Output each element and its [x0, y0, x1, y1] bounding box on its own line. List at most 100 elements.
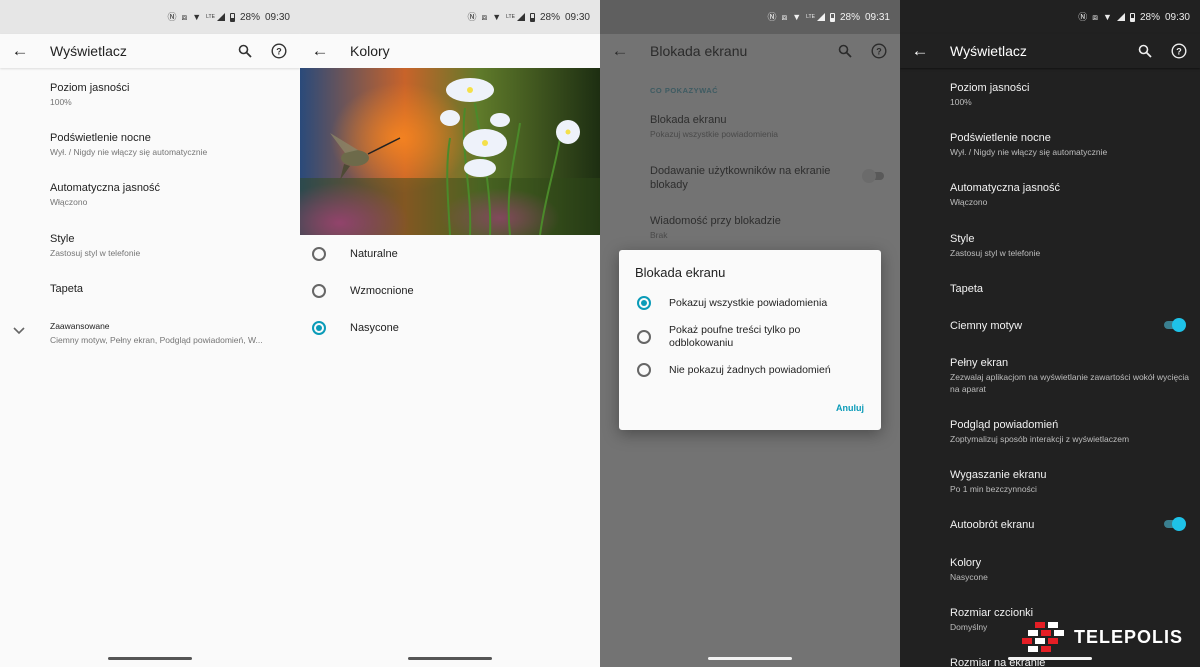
display-settings-dark-screen: Ⓝ ⧈ ▼ 28% 09:30 ← Wyświetlacz ? Poziom j… — [900, 0, 1200, 667]
setting-subtitle: Wył. / Nigdy nie włączy się automatyczni… — [950, 147, 1108, 157]
battery-icon — [229, 12, 235, 22]
wifi-icon: ▼ — [792, 11, 802, 22]
battery-icon — [829, 12, 835, 22]
battery-level: 28% — [1139, 11, 1160, 23]
setting-title: Rozmiar czcionki — [950, 607, 1034, 619]
search-icon[interactable] — [832, 38, 858, 64]
wifi-icon: ▼ — [1103, 11, 1112, 22]
navigation-handle[interactable] — [708, 657, 792, 660]
battery-level: 28% — [839, 11, 860, 23]
setting-subtitle: Nasycone — [950, 572, 988, 582]
page-title: Wyświetlacz — [950, 43, 1027, 59]
back-arrow-icon[interactable]: ← — [600, 34, 640, 68]
back-arrow-icon[interactable]: ← — [900, 34, 940, 68]
navigation-handle[interactable] — [1008, 657, 1092, 660]
nfc-icon: Ⓝ — [467, 11, 477, 22]
setting-lockscreen[interactable]: Blokada ekranu Pokazuj wszystkie powiado… — [650, 113, 892, 140]
radio-button[interactable] — [312, 247, 326, 261]
setting-subtitle: Włączono — [950, 197, 988, 207]
dialog-title: Blokada ekranu — [635, 265, 726, 280]
back-arrow-icon[interactable]: ← — [300, 34, 340, 68]
dialog-option-show-all[interactable]: Pokazuj wszystkie powiadomienia — [619, 295, 881, 311]
page-title: Blokada ekranu — [650, 43, 748, 59]
setting-night-light[interactable]: Podświetlenie nocne Wył. / Nigdy nie włą… — [50, 131, 292, 158]
clock: 09:30 — [264, 11, 290, 23]
help-icon[interactable]: ? — [266, 38, 292, 64]
color-option-saturated[interactable]: Nasycone — [300, 313, 600, 343]
chevron-down-icon[interactable] — [12, 326, 26, 336]
setting-lock-message[interactable]: Wiadomość przy blokadzie Brak — [650, 214, 892, 241]
radio-button[interactable] — [312, 284, 326, 298]
setting-title: Automatyczna jasność — [50, 182, 161, 194]
setting-subtitle: Ciemny motyw, Pełny ekran, Podgląd powia… — [50, 335, 263, 345]
back-arrow-icon[interactable]: ← — [0, 34, 40, 68]
dialog-option-none[interactable]: Nie pokazuj żadnych powiadomień — [619, 362, 881, 378]
setting-colors[interactable]: Kolory Nasycone — [950, 556, 1192, 583]
signal-icon — [516, 13, 525, 21]
setting-dark-theme[interactable]: Ciemny motyw — [950, 319, 1192, 333]
setting-title: Automatyczna jasność — [950, 182, 1061, 194]
display-settings-light-screen: Ⓝ ⧈ ▼ LTE 28% 09:30 ← Wyświetlacz ? Pozi… — [0, 0, 300, 667]
setting-title: Style — [950, 233, 975, 245]
setting-title: Poziom jasności — [950, 82, 1030, 94]
page-title: Wyświetlacz — [50, 43, 127, 59]
app-bar: ← Kolory — [300, 34, 600, 68]
status-bar: Ⓝ ⧈ ▼ LTE 28% 09:30 — [300, 0, 600, 34]
help-icon[interactable]: ? — [1166, 38, 1192, 64]
radio-button[interactable] — [637, 330, 651, 344]
svg-text:?: ? — [876, 47, 882, 57]
setting-full-screen[interactable]: Pełny ekran Zezwalaj aplikacjom na wyświ… — [950, 356, 1190, 395]
search-icon[interactable] — [232, 38, 258, 64]
search-icon[interactable] — [1132, 38, 1158, 64]
setting-title: Zaawansowane — [50, 321, 110, 331]
color-option-boosted[interactable]: Wzmocnione — [300, 276, 600, 306]
setting-add-users-lockscreen[interactable]: Dodawanie użytkowników na ekranie blokad… — [650, 164, 840, 192]
setting-subtitle: 100% — [50, 97, 72, 107]
lockscreen-settings-screen: Ⓝ ⧈ ▼ LTE 28% 09:31 ← Blokada ekranu ? C… — [600, 0, 900, 667]
setting-title: Podświetlenie nocne — [950, 132, 1051, 144]
radio-button-selected[interactable] — [312, 321, 326, 335]
setting-subtitle: Pokazuj wszystkie powiadomienia — [650, 129, 779, 139]
setting-title: Dodawanie użytkowników na ekranie blokad… — [650, 165, 831, 191]
radio-button[interactable] — [637, 363, 651, 377]
setting-notification-preview[interactable]: Podgląd powiadomień Zoptymalizuj sposób … — [950, 418, 1192, 445]
setting-title: Kolory — [950, 557, 982, 569]
setting-style[interactable]: Style Zastosuj styl w telefonie — [50, 232, 292, 259]
network-type: LTE — [506, 14, 515, 20]
status-bar: Ⓝ ⧈ ▼ 28% 09:30 — [900, 0, 1200, 34]
setting-brightness-level[interactable]: Poziom jasności 100% — [50, 81, 292, 108]
setting-title: Pełny ekran — [950, 357, 1009, 369]
page-title: Kolory — [350, 43, 390, 59]
vibrate-icon: ⧈ — [1092, 11, 1099, 22]
setting-auto-rotate[interactable]: Autoobrót ekranu — [950, 518, 1192, 532]
setting-adaptive-brightness[interactable]: Automatyczna jasność Włączono — [50, 181, 292, 208]
nfc-icon: Ⓝ — [1078, 11, 1088, 22]
color-option-natural[interactable]: Naturalne — [300, 239, 600, 269]
navigation-handle[interactable] — [408, 657, 492, 660]
setting-title: Style — [50, 233, 75, 245]
setting-adaptive-brightness[interactable]: Automatyczna jasność Włączono — [950, 181, 1192, 208]
dialog-option-sensitive-unlocked[interactable]: Pokaż poufne treści tylko po odblokowani… — [619, 322, 881, 352]
dark-theme-toggle[interactable] — [1162, 318, 1186, 332]
setting-wallpaper[interactable]: Tapeta — [50, 282, 292, 296]
auto-rotate-toggle[interactable] — [1162, 517, 1186, 531]
radio-button-selected[interactable] — [637, 296, 651, 310]
setting-style[interactable]: Style Zastosuj styl w telefonie — [950, 232, 1192, 259]
setting-advanced[interactable]: Zaawansowane Ciemny motyw, Pełny ekran, … — [50, 319, 292, 346]
toggle-thumb — [862, 169, 876, 183]
setting-night-light[interactable]: Podświetlenie nocne Wył. / Nigdy nie włą… — [950, 131, 1192, 158]
cancel-button[interactable]: Anuluj — [836, 403, 864, 413]
help-icon[interactable]: ? — [866, 38, 892, 64]
battery-icon — [1129, 12, 1135, 22]
svg-text:?: ? — [276, 47, 282, 57]
setting-brightness-level[interactable]: Poziom jasności 100% — [950, 81, 1192, 108]
setting-subtitle: 100% — [950, 97, 972, 107]
setting-screen-timeout[interactable]: Wygaszanie ekranu Po 1 min bezczynności — [950, 468, 1192, 495]
wifi-icon: ▼ — [192, 11, 202, 22]
navigation-handle[interactable] — [108, 657, 192, 660]
watermark-text: TELEPOLIS — [1074, 626, 1184, 647]
add-users-toggle[interactable] — [862, 169, 886, 183]
vibrate-icon: ⧈ — [781, 11, 788, 22]
setting-wallpaper[interactable]: Tapeta — [950, 282, 1192, 296]
option-label: Wzmocnione — [350, 285, 414, 297]
